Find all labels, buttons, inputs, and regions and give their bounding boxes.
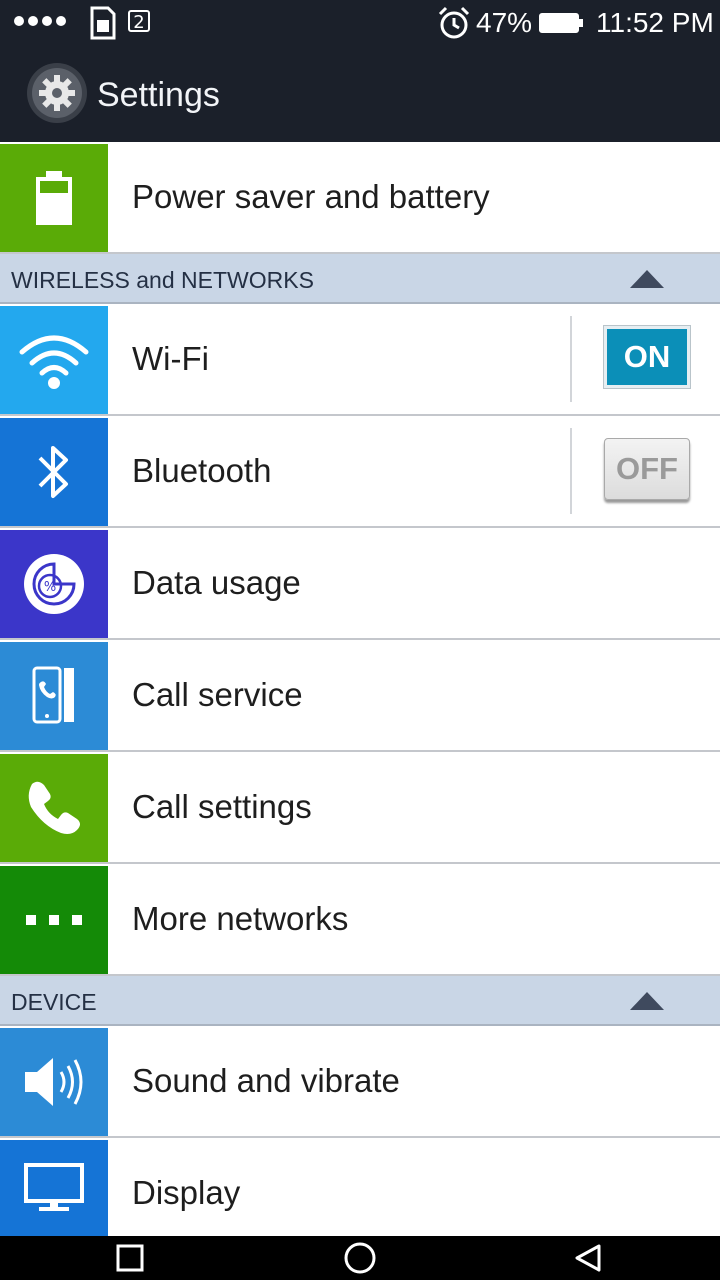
monitor-icon: [0, 1140, 108, 1236]
setting-label: Power saver and battery: [132, 178, 490, 215]
sim-card-icon: [90, 6, 116, 40]
page-title: Settings: [97, 76, 220, 114]
setting-data-usage[interactable]: % Data usage: [0, 528, 720, 640]
svg-text:%: %: [44, 580, 56, 595]
wifi-toggle[interactable]: ON: [604, 326, 690, 388]
wifi-icon: [0, 306, 108, 414]
setting-sound-vibrate[interactable]: Sound and vibrate: [0, 1026, 720, 1138]
bluetooth-icon: [0, 418, 108, 526]
signal-strength-icon: [14, 16, 66, 26]
battery-icon: [0, 144, 108, 252]
collapse-arrow-icon[interactable]: [630, 270, 664, 288]
setting-call-service[interactable]: Call service: [0, 640, 720, 752]
collapse-arrow-icon[interactable]: [630, 992, 664, 1010]
gear-icon[interactable]: [26, 62, 88, 124]
setting-label: Data usage: [132, 564, 301, 601]
home-icon[interactable]: [340, 1240, 380, 1276]
navigation-bar: [0, 1236, 720, 1280]
data-usage-icon: %: [0, 530, 108, 638]
status-bar: 2 47% 11:52 PM: [0, 0, 720, 46]
section-title: WIRELESS and NETWORKS: [11, 267, 314, 293]
clock: 11:52 PM: [596, 7, 714, 38]
setting-label: Call settings: [132, 788, 312, 825]
section-device[interactable]: DEVICE: [0, 976, 720, 1026]
setting-call-settings[interactable]: Call settings: [0, 752, 720, 864]
back-icon[interactable]: [568, 1240, 608, 1276]
battery-status-icon: [539, 13, 583, 33]
setting-label: Wi-Fi: [132, 340, 209, 377]
divider: [570, 316, 572, 402]
divider: [570, 428, 572, 514]
setting-label: Bluetooth: [132, 452, 272, 489]
sim-slot-badge: 2: [128, 10, 150, 33]
phone-icon: [0, 754, 108, 862]
recents-icon[interactable]: [110, 1240, 150, 1276]
more-icon: [0, 866, 108, 974]
setting-label: Display: [132, 1174, 241, 1211]
setting-display[interactable]: Display: [0, 1138, 720, 1236]
battery-percent: 47%: [476, 7, 533, 38]
setting-label: Call service: [132, 676, 303, 713]
setting-wifi[interactable]: Wi-Fi ON: [0, 304, 720, 416]
call-service-icon: [0, 642, 108, 750]
setting-more-networks[interactable]: More networks: [0, 864, 720, 976]
bluetooth-toggle[interactable]: OFF: [604, 438, 690, 500]
alarm-clock-icon: [438, 6, 470, 39]
section-title: DEVICE: [11, 989, 97, 1015]
app-header: Settings: [0, 46, 720, 142]
setting-bluetooth[interactable]: Bluetooth OFF: [0, 416, 720, 528]
setting-label: Sound and vibrate: [132, 1062, 400, 1099]
speaker-icon: [0, 1028, 108, 1136]
section-wireless-networks[interactable]: WIRELESS and NETWORKS: [0, 254, 720, 304]
setting-power-saver[interactable]: Power saver and battery: [0, 142, 720, 254]
setting-label: More networks: [132, 900, 349, 937]
